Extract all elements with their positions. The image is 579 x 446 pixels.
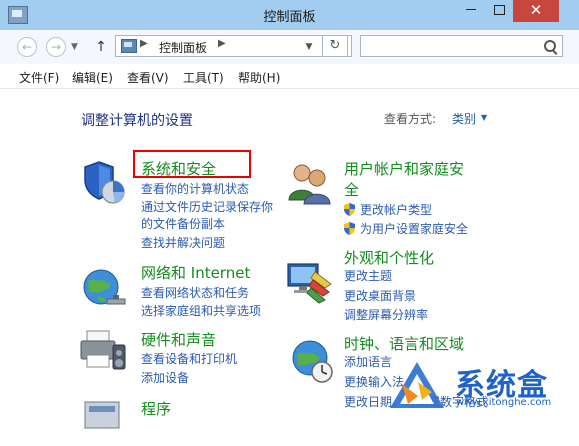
link-add-language[interactable]: 添加语言: [344, 354, 392, 370]
minimize-icon: [466, 9, 476, 10]
network-globe-icon[interactable]: [79, 265, 127, 313]
minimize-button[interactable]: [457, 0, 485, 22]
clock-globe-icon[interactable]: [288, 336, 336, 384]
category-network-internet[interactable]: 网络和 Internet: [141, 263, 250, 283]
menu-help[interactable]: 帮助(H): [238, 69, 280, 86]
link-family-safety[interactable]: 为用户设置家庭安全: [360, 221, 468, 237]
uac-shield-icon: [344, 222, 355, 235]
search-icon[interactable]: [544, 40, 556, 52]
link-add-device[interactable]: 添加设备: [141, 370, 189, 386]
chevron-down-icon[interactable]: ▼: [481, 113, 487, 122]
watermark-logo-icon: [390, 362, 444, 408]
link-screen-resolution[interactable]: 调整屏幕分辨率: [344, 307, 428, 323]
uac-shield-icon: [344, 203, 355, 216]
navigation-bar: ← → ▼ ↑ ▶ 控制面板 ▶ ▼ ↻: [0, 30, 579, 64]
menu-bar: 文件(F) 编辑(E) 查看(V) 工具(T) 帮助(H): [0, 64, 579, 89]
up-arrow-icon[interactable]: ↑: [93, 38, 109, 56]
link-change-theme[interactable]: 更改主题: [344, 268, 392, 284]
menu-view[interactable]: 查看(V): [127, 69, 169, 86]
menu-edit[interactable]: 编辑(E): [72, 69, 113, 86]
category-user-accounts[interactable]: 用户帐户和家庭安: [344, 159, 464, 179]
link-file-history-cont[interactable]: 的文件备份副本: [141, 216, 225, 232]
maximize-icon: [493, 4, 505, 15]
category-system-security[interactable]: 系统和安全: [141, 159, 216, 179]
hardware-printer-icon[interactable]: [79, 327, 127, 375]
category-programs[interactable]: 程序: [141, 399, 171, 419]
programs-icon[interactable]: [79, 398, 127, 446]
maximize-button[interactable]: [485, 0, 513, 22]
view-by-label: 查看方式:: [384, 112, 437, 126]
menu-file[interactable]: 文件(F): [19, 69, 59, 86]
link-homegroup[interactable]: 选择家庭组和共享选项: [141, 303, 261, 319]
view-by-dropdown[interactable]: 类别: [452, 110, 476, 127]
close-button[interactable]: ✕: [513, 0, 559, 22]
address-dropdown-icon[interactable]: ▼: [298, 35, 320, 57]
watermark-url: www.xitonghe.com: [456, 397, 552, 408]
link-file-history[interactable]: 通过文件历史记录保存你: [141, 199, 273, 215]
link-change-wallpaper[interactable]: 更改桌面背景: [344, 288, 416, 304]
category-user-accounts-cont[interactable]: 全: [344, 180, 359, 200]
recent-locations-chevron-icon[interactable]: ▼: [71, 38, 78, 56]
page-heading: 调整计算机的设置: [81, 113, 193, 129]
breadcrumb-separator-icon[interactable]: ▶: [218, 38, 226, 49]
refresh-button[interactable]: ↻: [322, 35, 348, 57]
link-troubleshoot[interactable]: 查找并解决问题: [141, 235, 225, 251]
category-hardware-sound[interactable]: 硬件和声音: [141, 330, 216, 350]
back-button[interactable]: ←: [17, 37, 37, 57]
system-security-shield-icon[interactable]: [79, 158, 127, 206]
title-bar: 控制面板 ✕: [0, 0, 579, 30]
menu-tools[interactable]: 工具(T): [183, 69, 224, 86]
forward-button[interactable]: →: [46, 37, 66, 57]
link-devices-printers[interactable]: 查看设备和打印机: [141, 351, 237, 367]
search-input[interactable]: [360, 35, 563, 57]
control-panel-small-icon: [121, 39, 137, 53]
breadcrumb-separator-icon[interactable]: ▶: [140, 38, 148, 49]
appearance-monitor-icon[interactable]: [285, 258, 333, 306]
link-network-status[interactable]: 查看网络状态和任务: [141, 285, 249, 301]
category-appearance[interactable]: 外观和个性化: [344, 248, 434, 268]
breadcrumb-control-panel[interactable]: 控制面板: [159, 39, 207, 56]
user-accounts-icon[interactable]: [285, 160, 333, 208]
link-view-computer-status[interactable]: 查看你的计算机状态: [141, 181, 249, 197]
category-clock-language-region[interactable]: 时钟、语言和区域: [344, 334, 464, 354]
link-change-account-type[interactable]: 更改帐户类型: [360, 202, 432, 218]
